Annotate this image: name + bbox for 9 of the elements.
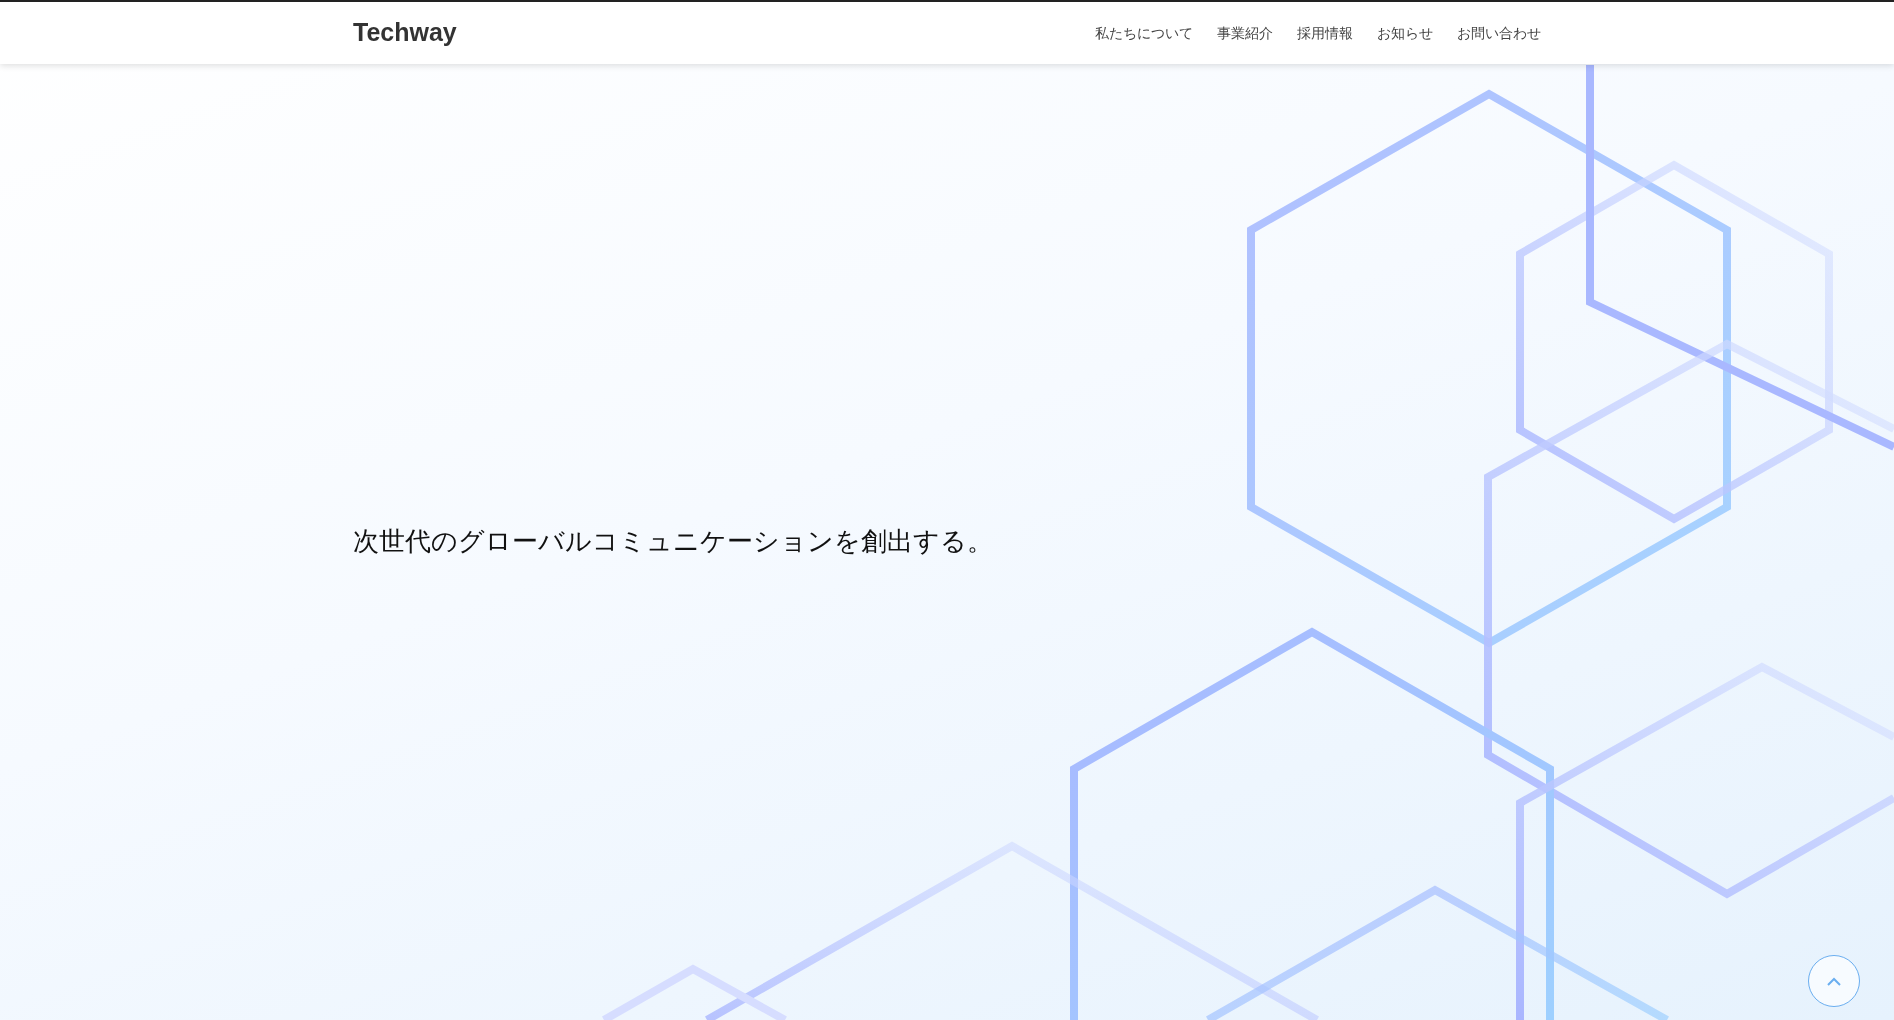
nav-link[interactable]: お問い合わせ <box>1457 22 1541 44</box>
nav-link[interactable]: 採用情報 <box>1297 22 1353 44</box>
scroll-to-top-button[interactable] <box>1808 955 1860 1007</box>
nav-link[interactable]: お知らせ <box>1377 22 1433 44</box>
nav-link[interactable]: 私たちについて <box>1095 22 1193 44</box>
nav-link[interactable]: 事業紹介 <box>1217 22 1273 44</box>
site-logo[interactable]: Techway <box>353 14 457 52</box>
chevron-up-icon <box>1827 976 1841 986</box>
hero-tagline: 次世代のグローバルコミュニケーションを創出する。 <box>353 526 993 558</box>
